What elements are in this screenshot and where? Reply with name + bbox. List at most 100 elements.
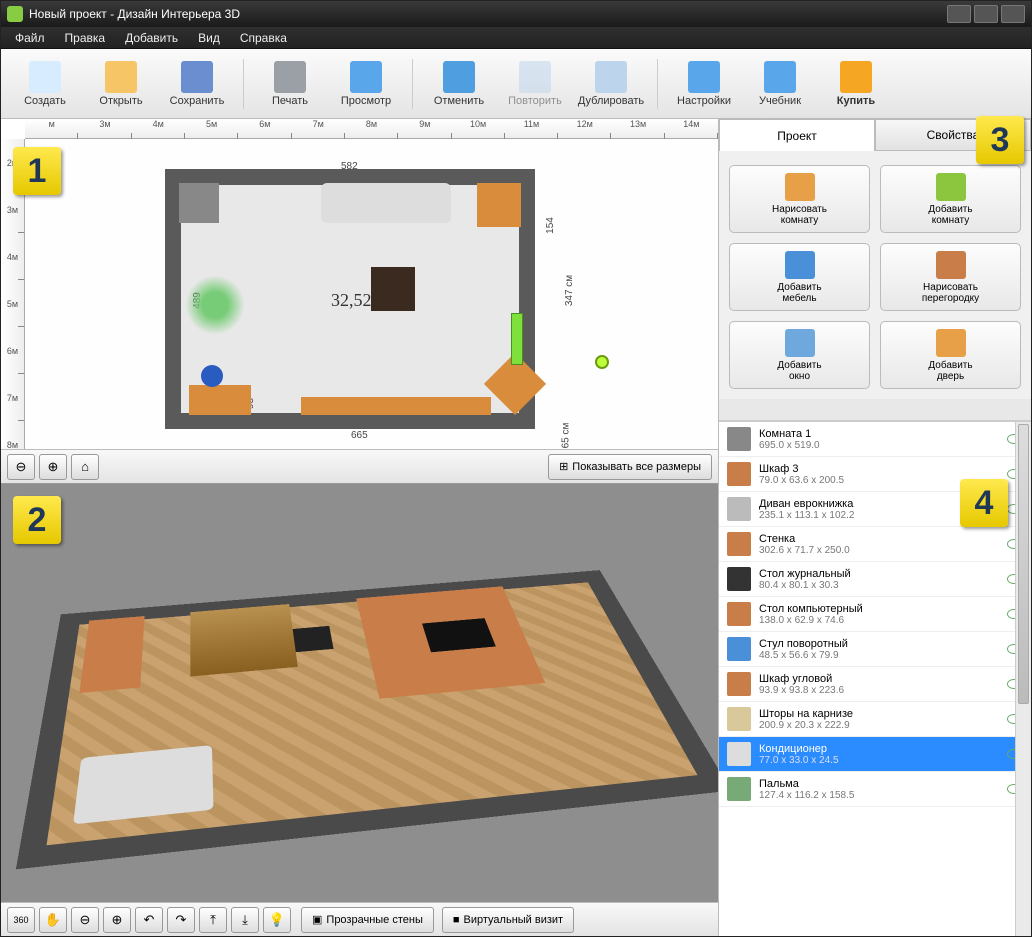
item-dim: 200.9 x 20.3 x 222.9: [759, 720, 999, 731]
plan-canvas[interactable]: 582 154 347 см 489 665 95 159 65 см 32,5…: [25, 139, 718, 449]
item-dim: 48.5 x 56.6 x 79.9: [759, 650, 999, 661]
toolbar-сохранить[interactable]: Сохранить: [161, 54, 233, 114]
action-комнату[interactable]: Добавитькомнату: [880, 165, 1021, 233]
toolbar-открыть[interactable]: Открыть: [85, 54, 157, 114]
item-name: Шкаф 3: [759, 463, 999, 475]
minimize-button[interactable]: [947, 5, 971, 23]
list-item[interactable]: Пальма127.4 x 116.2 x 158.5: [719, 772, 1031, 807]
item-thumb: [727, 672, 751, 696]
list-item[interactable]: Комната 1695.0 x 519.0: [719, 422, 1031, 457]
menu-file[interactable]: Файл: [5, 28, 55, 48]
ruler-vtick: 4м: [1, 233, 24, 280]
rotate-left-button[interactable]: ↶: [135, 907, 163, 933]
toolbar-настройки[interactable]: Настройки: [668, 54, 740, 114]
action-label: перегородку: [922, 293, 979, 304]
furn-sofa-top[interactable]: [321, 183, 451, 223]
action-мебель[interactable]: Добавитьмебель: [729, 243, 870, 311]
furn-cabinet[interactable]: [301, 397, 491, 415]
tilt-up-button[interactable]: ⤒: [199, 907, 227, 933]
tab-project[interactable]: Проект: [719, 119, 875, 151]
window-title: Новый проект - Дизайн Интерьера 3D: [29, 7, 240, 21]
toolbar-купить[interactable]: Купить: [820, 54, 892, 114]
room-area: 32,52: [331, 290, 372, 311]
list-item[interactable]: Шкаф угловой93.9 x 93.8 x 223.6: [719, 667, 1031, 702]
action-комнату[interactable]: Нарисоватькомнату: [729, 165, 870, 233]
handle-icon[interactable]: [595, 355, 609, 369]
virtual-visit-button[interactable]: ■ Виртуальный визит: [442, 907, 574, 933]
wardrobe-3d[interactable]: [79, 616, 144, 693]
transparent-walls-button[interactable]: ▣ Прозрачные стены: [301, 907, 434, 933]
plan-bottom-bar: ⊖ ⊕ ⌂ ⊞ Показывать все размеры: [1, 449, 718, 483]
rotate-360-button[interactable]: 360: [7, 907, 35, 933]
toolbar-создать[interactable]: Создать: [9, 54, 81, 114]
room-outline[interactable]: 582 154 347 см 489 665 95 159 65 см 32,5…: [165, 169, 535, 429]
action-label: Добавить: [777, 282, 821, 293]
door-marker[interactable]: [511, 313, 523, 365]
list-item[interactable]: Стол компьютерный138.0 x 62.9 x 74.6: [719, 597, 1031, 632]
action-icon: [936, 173, 966, 201]
ruler-tick: 10м: [452, 119, 505, 138]
maximize-button[interactable]: [974, 5, 998, 23]
action-icon: [936, 251, 966, 279]
dim-right-small: 154: [545, 217, 556, 234]
item-thumb: [727, 462, 751, 486]
light-button[interactable]: 💡: [263, 907, 291, 933]
toolbar-отменить[interactable]: Отменить: [423, 54, 495, 114]
list-item[interactable]: Стол журнальный80.4 x 80.1 x 30.3: [719, 562, 1031, 597]
close-button[interactable]: [1001, 5, 1025, 23]
list-item[interactable]: Стенка302.6 x 71.7 x 250.0: [719, 527, 1031, 562]
toolbar-icon: [840, 61, 872, 93]
furn-desk[interactable]: [189, 385, 251, 415]
item-thumb: [727, 637, 751, 661]
action-icon: [785, 251, 815, 279]
tv-3d[interactable]: [422, 618, 496, 652]
menu-view[interactable]: Вид: [188, 28, 230, 48]
zoom-in-3d-button[interactable]: ⊕: [103, 907, 131, 933]
scroll-thumb[interactable]: [1018, 424, 1029, 704]
list-item[interactable]: Кондиционер77.0 x 33.0 x 24.5: [719, 737, 1031, 772]
action-перегородку[interactable]: Нарисоватьперегородку: [880, 243, 1021, 311]
zoom-out-button[interactable]: ⊖: [7, 454, 35, 480]
menu-add[interactable]: Добавить: [115, 28, 188, 48]
item-info: Стол компьютерный138.0 x 62.9 x 74.6: [759, 603, 999, 626]
toolbar-label: Настройки: [677, 95, 731, 107]
ruler-tick: 14м: [665, 119, 718, 138]
rotate-right-button[interactable]: ↷: [167, 907, 195, 933]
tilt-down-button[interactable]: ⤓: [231, 907, 259, 933]
toolbar-учебник[interactable]: Учебник: [744, 54, 816, 114]
scrollbar[interactable]: [1015, 422, 1031, 936]
list-item[interactable]: Стул поворотный48.5 x 56.6 x 79.9: [719, 632, 1031, 667]
toolbar-печать[interactable]: Печать: [254, 54, 326, 114]
toolbar-повторить[interactable]: Повторить: [499, 54, 571, 114]
view-3d[interactable]: 2: [1, 484, 718, 902]
menu-edit[interactable]: Правка: [55, 28, 116, 48]
curtains-3d[interactable]: [190, 604, 298, 676]
item-dim: 138.0 x 62.9 x 74.6: [759, 615, 999, 626]
furn-plant[interactable]: [185, 275, 245, 335]
toolbar-icon: [105, 61, 137, 93]
toolbar-label: Дублировать: [578, 95, 644, 107]
marker-3: 3: [976, 119, 1024, 164]
plan-area[interactable]: м3м4м5м6м7м8м9м10м11м12м13м14м 2м3м4м5м6…: [1, 119, 718, 484]
menubar: Файл Правка Добавить Вид Справка: [1, 27, 1031, 49]
app-icon: [7, 6, 23, 22]
home-button[interactable]: ⌂: [71, 454, 99, 480]
furn-chair[interactable]: [201, 365, 223, 387]
toolbar-дублировать[interactable]: Дублировать: [575, 54, 647, 114]
action-icon: [785, 173, 815, 201]
show-all-sizes-button[interactable]: ⊞ Показывать все размеры: [548, 454, 712, 480]
zoom-in-button[interactable]: ⊕: [39, 454, 67, 480]
action-label: комнату: [781, 215, 818, 226]
furn-corner[interactable]: [179, 183, 219, 223]
zoom-out-3d-button[interactable]: ⊖: [71, 907, 99, 933]
furn-table[interactable]: [371, 267, 415, 311]
room-3d[interactable]: [15, 570, 718, 869]
menu-help[interactable]: Справка: [230, 28, 297, 48]
list-item[interactable]: Шторы на карнизе200.9 x 20.3 x 222.9: [719, 702, 1031, 737]
action-окно[interactable]: Добавитьокно: [729, 321, 870, 389]
pan-button[interactable]: ✋: [39, 907, 67, 933]
ruler-tick: 13м: [611, 119, 664, 138]
action-дверь[interactable]: Добавитьдверь: [880, 321, 1021, 389]
toolbar-просмотр[interactable]: Просмотр: [330, 54, 402, 114]
furn-wardrobe[interactable]: [477, 183, 521, 227]
